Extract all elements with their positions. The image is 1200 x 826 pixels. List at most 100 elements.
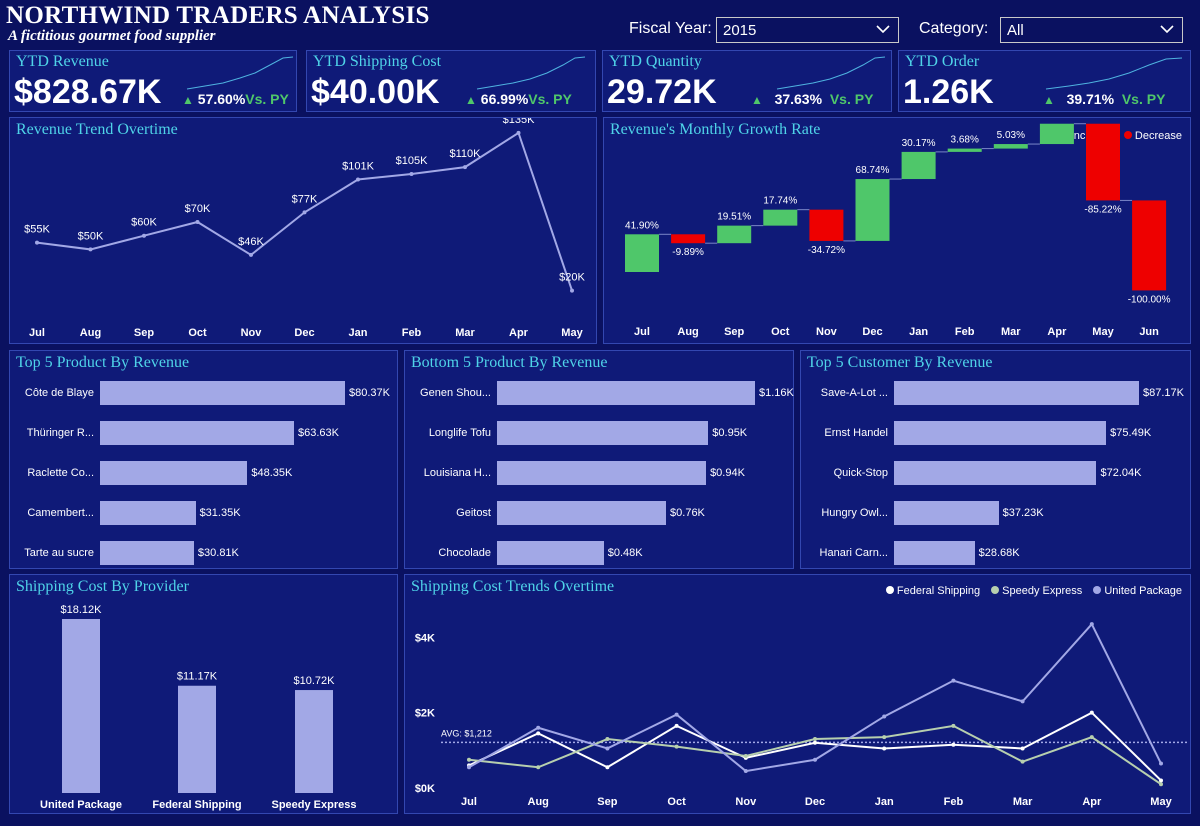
waterfall-bar [1086, 123, 1120, 201]
data-label: 3.68% [951, 135, 979, 146]
revenue-point [249, 252, 253, 257]
kpi-title: YTD Quantity [609, 53, 702, 70]
up-arrow-icon: ▲ [751, 93, 763, 107]
bottom5-product-panel: Bottom 5 Product By Revenue Genen Shou..… [404, 350, 794, 569]
x-tick-label: Apr [1082, 796, 1102, 808]
kpi-growth: ▲ 39.71% Vs. PY [1043, 91, 1166, 107]
x-tick-label: May [1150, 796, 1172, 808]
data-label: $77K [292, 193, 318, 205]
bar [894, 541, 975, 565]
bar-category-label: Tarte au sucre [24, 547, 94, 559]
data-label: $60K [131, 217, 157, 229]
revenue-point [35, 240, 39, 245]
bar-value-label: $72.04K [1100, 467, 1142, 479]
revenue-point [570, 288, 574, 293]
data-label: $55K [24, 224, 50, 236]
series-point [605, 737, 610, 742]
waterfall-bar [763, 209, 798, 226]
growth-rate-panel: Revenue's Monthly Growth Rate Increase D… [603, 117, 1191, 344]
shipping-provider-chart: $18.12K United Package $11.17K Federal Ship… [40, 604, 356, 811]
x-tick-label: Jun [1139, 326, 1159, 338]
sparkline [776, 56, 886, 90]
x-tick-label: Sep [597, 796, 617, 808]
bar-value-label: $0.94K [710, 467, 745, 479]
bar-category-label: Camembert... [27, 507, 94, 519]
series-point [1159, 782, 1163, 787]
panel-title: Top 5 Customer By Revenue [807, 354, 993, 371]
bar-value-label: $87.17K [1143, 387, 1184, 399]
kpi-card-revenue: YTD Revenue $828.67K ▲ 57.60%Vs. PY [9, 50, 297, 112]
category-select[interactable]: All [1000, 17, 1183, 43]
shipping-trend-chart: $0K $2K $4K AVG: $1,212 Jul Aug Sep Oct Nov Dec Ja… [415, 622, 1187, 808]
bar-value-label: $0.76K [670, 507, 705, 519]
kpi-card-shipping: YTD Shipping Cost $40.00K ▲ 66.99%Vs. PY [306, 50, 596, 112]
series-point [882, 746, 887, 751]
x-tick-label: Oct [667, 796, 686, 808]
series-point [813, 740, 817, 745]
x-tick-label: United Package [40, 799, 122, 811]
series-point [882, 714, 887, 719]
top5-customer-panel: Top 5 Customer By Revenue Save-A-Lot ...… [800, 350, 1191, 569]
kpi-value: $40.00K [311, 73, 440, 111]
waterfall-bar [855, 179, 890, 241]
x-tick-label: Mar [455, 327, 475, 339]
series-line [468, 711, 1162, 782]
bar-category-label: Ernst Handel [824, 427, 888, 439]
y-tick-label: $0K [415, 783, 435, 795]
series-point [813, 757, 817, 762]
revenue-trend-panel: Revenue Trend Overtime $55K Jul $50K Aug $60… [9, 117, 597, 344]
bar-value-label: $75.49K [1110, 427, 1152, 439]
series-point [951, 742, 956, 747]
x-tick-label: Jan [909, 326, 928, 338]
data-label: -9.89% [672, 247, 704, 258]
bar [100, 461, 248, 485]
kpi-card-quantity: YTD Quantity 29.72K ▲ 37.63% Vs. PY [602, 50, 892, 112]
data-label: $46K [238, 236, 264, 248]
bar-category-label: Hungry Owl... [821, 507, 888, 519]
panel-title: Top 5 Product By Revenue [16, 354, 190, 371]
bar [497, 541, 604, 565]
top5-product-panel: Top 5 Product By Revenue Côte de Blaye $8… [9, 350, 398, 569]
series-point [467, 757, 471, 762]
series-point [1159, 761, 1163, 766]
revenue-point [88, 247, 93, 252]
series-point [743, 769, 748, 774]
kpi-title: YTD Order [905, 53, 980, 70]
data-label: $105K [396, 155, 428, 167]
x-tick-label: Apr [509, 327, 529, 339]
series-point [467, 765, 471, 770]
series-point [882, 735, 887, 740]
bar-category-label: Save-A-Lot ... [820, 387, 888, 399]
x-tick-label: Feb [944, 796, 964, 808]
bar-category-label: Côte de Blaye [24, 387, 94, 399]
bar-category-label: Genen Shou... [420, 387, 491, 399]
x-tick-label: Federal Shipping [152, 799, 241, 811]
bar-value-label: $37.23K [1002, 507, 1044, 519]
up-arrow-icon: ▲ [182, 93, 194, 107]
x-tick-label: Jul [29, 327, 45, 339]
x-tick-label: Sep [724, 326, 744, 338]
waterfall-bar [901, 151, 936, 180]
bar [100, 421, 294, 445]
bar [100, 541, 194, 565]
y-tick-label: $4K [415, 632, 435, 644]
growth-rate-chart: 41.90% Jul -9.89% Aug 19.51% Sep 17.74% Oct -34.… [625, 118, 1171, 338]
provider-bar [178, 685, 216, 793]
bar [894, 461, 1097, 485]
series-point [536, 765, 541, 770]
bar-value-label: $31.35K [199, 507, 241, 519]
bar-category-label: Raclette Co... [27, 467, 94, 479]
x-tick-label: Aug [677, 326, 698, 338]
kpi-value: $828.67K [14, 73, 162, 111]
waterfall-bar [1132, 200, 1167, 291]
x-tick-label: Jul [634, 326, 650, 338]
bar-value-label: $30.81K [197, 547, 239, 559]
series-point [1159, 778, 1163, 783]
bar [497, 461, 707, 485]
bar-category-label: Chocolade [438, 547, 491, 559]
x-tick-label: Oct [771, 326, 790, 338]
series-point [674, 723, 679, 728]
fiscal-year-select[interactable]: 2015 [716, 17, 899, 43]
shipping-provider-panel: Shipping Cost By Provider $18.12K United … [9, 574, 398, 814]
app-subtitle: A fictitious gourmet food supplier [8, 28, 216, 44]
